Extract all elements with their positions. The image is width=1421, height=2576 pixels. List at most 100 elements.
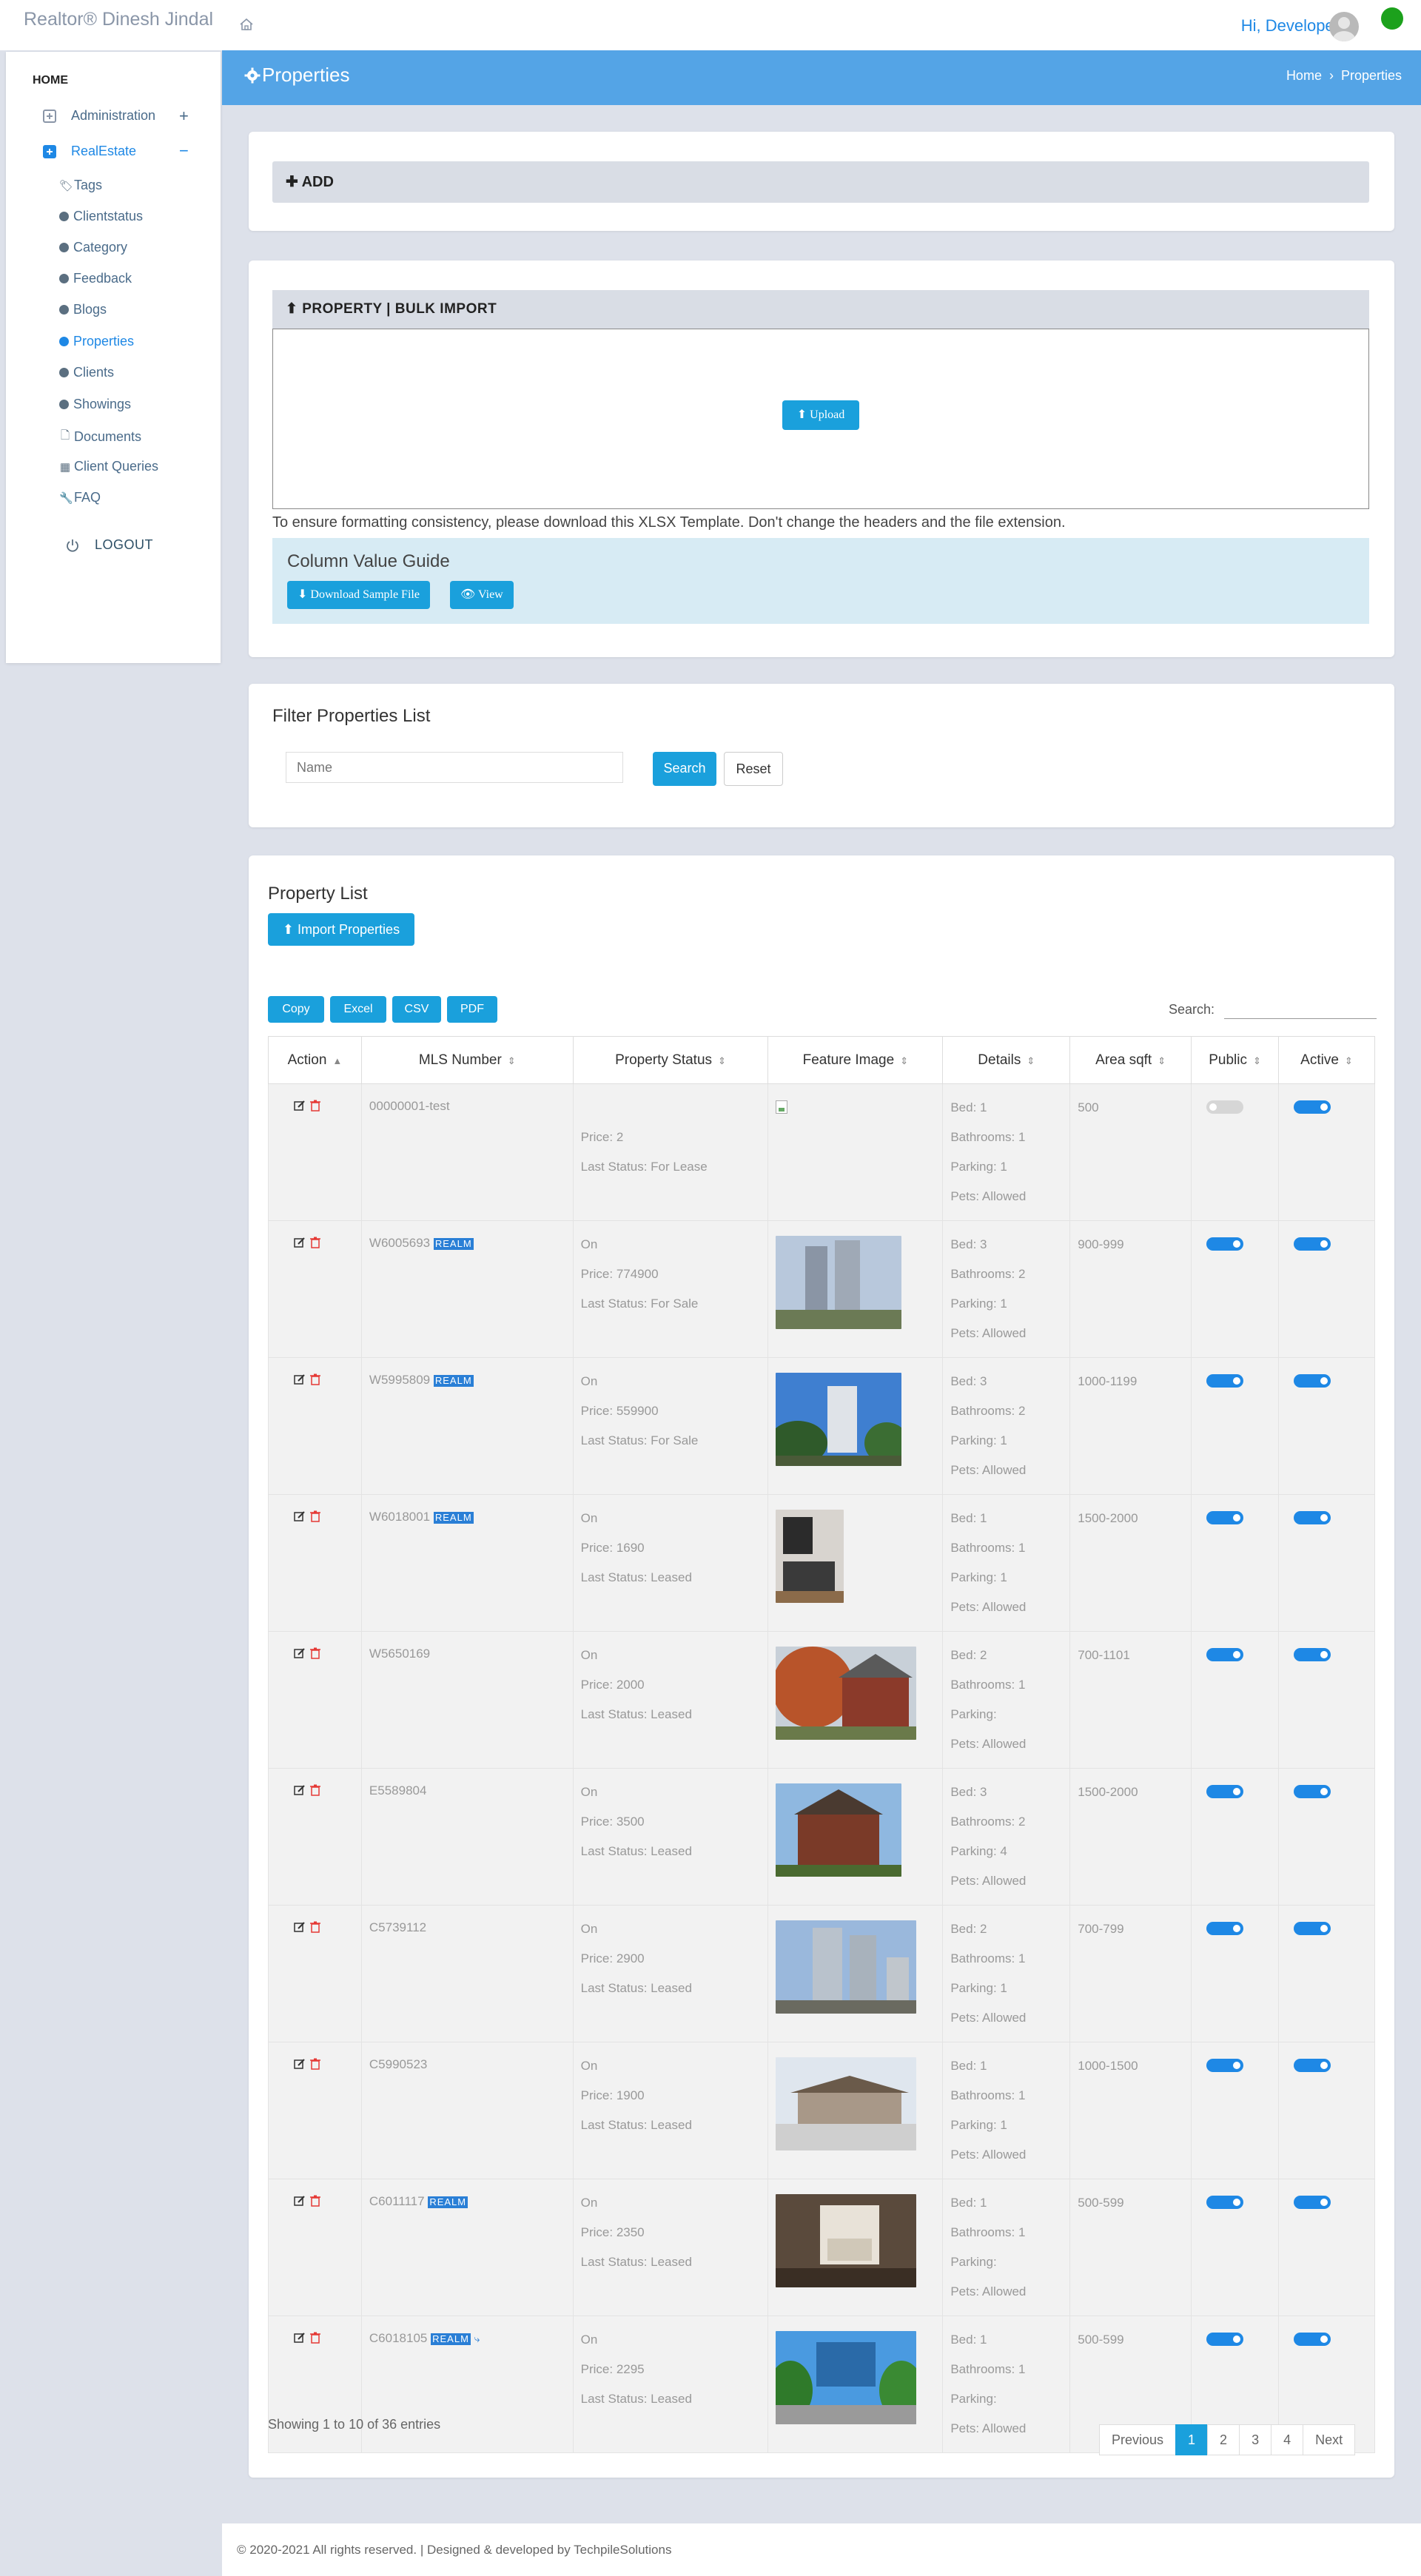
- sidebar-item-clients[interactable]: Clients: [59, 365, 114, 380]
- name-filter-input[interactable]: [286, 752, 623, 783]
- search-button[interactable]: Search: [653, 752, 716, 786]
- download-sample-button[interactable]: ⬇ Download Sample File: [287, 581, 430, 609]
- upload-button[interactable]: ⬆ Upload: [782, 400, 859, 430]
- public-toggle[interactable]: [1206, 1648, 1244, 1661]
- edit-icon[interactable]: [294, 1373, 306, 1385]
- table-search-input[interactable]: [1224, 1018, 1377, 1019]
- glass-building-photo[interactable]: [776, 2331, 917, 2424]
- active-toggle[interactable]: [1294, 1648, 1331, 1661]
- pagination-page-3[interactable]: 3: [1239, 2424, 1272, 2455]
- twin-towers-photo[interactable]: [776, 1920, 917, 2014]
- public-toggle[interactable]: [1206, 2333, 1244, 2346]
- public-toggle[interactable]: [1206, 1922, 1244, 1935]
- file-dropzone[interactable]: ⬆ Upload: [272, 329, 1369, 509]
- sidebar-item-documents[interactable]: 🗋 Documents: [59, 428, 141, 446]
- sidebar-item-faq[interactable]: 🔧 FAQ: [59, 490, 101, 505]
- edit-icon[interactable]: [294, 1237, 306, 1248]
- sidebar-home-link[interactable]: HOME: [33, 74, 68, 87]
- active-toggle[interactable]: [1294, 1511, 1331, 1524]
- autumn-house-photo[interactable]: [776, 1647, 917, 1740]
- trash-icon[interactable]: [310, 1647, 320, 1659]
- active-toggle[interactable]: [1294, 2059, 1331, 2072]
- public-toggle[interactable]: [1206, 1100, 1244, 1114]
- edit-icon[interactable]: [294, 2058, 306, 2070]
- avatar[interactable]: [1329, 12, 1359, 41]
- edit-icon[interactable]: [294, 1784, 306, 1796]
- column-header-area-sqft[interactable]: Area sqft ⇕: [1069, 1036, 1192, 1084]
- trash-icon[interactable]: [310, 1921, 320, 1933]
- excel-button[interactable]: Excel: [330, 996, 386, 1023]
- add-toggle[interactable]: ✚ ADD: [272, 161, 1369, 203]
- column-header-feature-image[interactable]: Feature Image ⇕: [767, 1036, 944, 1084]
- trash-icon[interactable]: [310, 1373, 320, 1385]
- trash-icon[interactable]: [310, 1510, 320, 1522]
- column-header-active[interactable]: Active ⇕: [1278, 1036, 1375, 1084]
- sidebar-item-clientstatus[interactable]: Clientstatus: [59, 209, 143, 224]
- public-toggle[interactable]: [1206, 1785, 1244, 1798]
- pagination-next[interactable]: Next: [1303, 2424, 1356, 2455]
- active-toggle[interactable]: [1294, 1922, 1331, 1935]
- sidebar-group-administration[interactable]: Administration: [43, 108, 155, 124]
- user-greeting[interactable]: Hi, Developer: [1241, 16, 1340, 36]
- edit-icon[interactable]: [294, 1921, 306, 1933]
- sidebar-item-feedback[interactable]: Feedback: [59, 271, 132, 286]
- public-toggle[interactable]: [1206, 1511, 1244, 1524]
- edit-icon[interactable]: [294, 2332, 306, 2344]
- column-header-details[interactable]: Details ⇕: [942, 1036, 1071, 1084]
- edit-icon[interactable]: [294, 1510, 306, 1522]
- public-toggle[interactable]: [1206, 1237, 1244, 1251]
- sidebar-item-tags[interactable]: 🏷 Tags: [59, 178, 102, 193]
- interior-photo[interactable]: [776, 2194, 917, 2287]
- view-button[interactable]: 👁 View: [450, 581, 514, 609]
- sidebar-item-client-queries[interactable]: ▦ Client Queries: [59, 459, 158, 474]
- trash-icon[interactable]: [310, 2058, 320, 2070]
- expand-plus-icon[interactable]: +: [179, 107, 189, 126]
- edit-icon[interactable]: [294, 1100, 306, 1112]
- home-icon[interactable]: [238, 16, 255, 33]
- column-header-public[interactable]: Public ⇕: [1191, 1036, 1280, 1084]
- pagination-page-2[interactable]: 2: [1207, 2424, 1240, 2455]
- active-toggle[interactable]: [1294, 2196, 1331, 2209]
- pagination-previous[interactable]: Previous: [1099, 2424, 1177, 2455]
- active-toggle[interactable]: [1294, 1785, 1331, 1798]
- trash-icon[interactable]: [310, 2195, 320, 2207]
- column-header-action[interactable]: Action ▲: [268, 1036, 362, 1084]
- trash-icon[interactable]: [310, 1784, 320, 1796]
- brick-house-photo[interactable]: [776, 1783, 902, 1877]
- column-header-property-status[interactable]: Property Status ⇕: [572, 1036, 769, 1084]
- edit-icon[interactable]: [294, 2195, 306, 2207]
- pagination-page-4[interactable]: 4: [1271, 2424, 1304, 2455]
- reset-button[interactable]: Reset: [724, 752, 783, 786]
- sidebar-item-properties[interactable]: Properties: [59, 334, 134, 349]
- pdf-button[interactable]: PDF: [447, 996, 497, 1023]
- public-toggle[interactable]: [1206, 2196, 1244, 2209]
- collapse-minus-icon[interactable]: −: [179, 141, 189, 161]
- edit-icon[interactable]: [294, 1647, 306, 1659]
- public-toggle[interactable]: [1206, 1374, 1244, 1388]
- active-toggle[interactable]: [1294, 1237, 1331, 1251]
- sidebar-item-blogs[interactable]: Blogs: [59, 302, 107, 317]
- condo-towers-photo[interactable]: [776, 1236, 902, 1329]
- csv-button[interactable]: CSV: [392, 996, 441, 1023]
- sidebar-item-showings[interactable]: Showings: [59, 397, 131, 412]
- copy-button[interactable]: Copy: [268, 996, 324, 1023]
- active-toggle[interactable]: [1294, 1374, 1331, 1388]
- mls-cell: W5995809 REALM: [360, 1357, 574, 1495]
- brand-logo-text[interactable]: Realtor® Dinesh Jindal: [24, 9, 213, 30]
- trash-icon[interactable]: [310, 1237, 320, 1248]
- breadcrumb-home-link[interactable]: Home: [1286, 68, 1322, 83]
- trash-icon[interactable]: [310, 2332, 320, 2344]
- active-toggle[interactable]: [1294, 1100, 1331, 1114]
- logout-link[interactable]: LOGOUT: [65, 537, 153, 553]
- public-toggle[interactable]: [1206, 2059, 1244, 2072]
- highrise-trees-photo[interactable]: [776, 1373, 902, 1466]
- kitchen-photo[interactable]: [776, 1510, 844, 1603]
- import-properties-button[interactable]: ⬆ Import Properties: [268, 913, 414, 946]
- trash-icon[interactable]: [310, 1100, 320, 1112]
- sidebar-item-category[interactable]: Category: [59, 240, 127, 255]
- active-toggle[interactable]: [1294, 2333, 1331, 2346]
- pagination-page-1[interactable]: 1: [1175, 2424, 1209, 2455]
- bungalow-photo[interactable]: [776, 2057, 917, 2150]
- column-header-mls-number[interactable]: MLS Number ⇕: [360, 1036, 574, 1084]
- sidebar-group-realestate[interactable]: RealEstate: [43, 144, 136, 159]
